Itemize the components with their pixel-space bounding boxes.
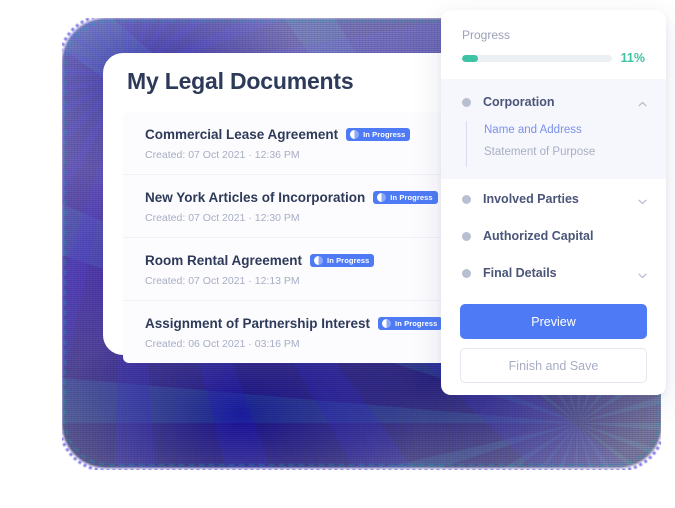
document-created-meta: Created: 07 Oct 2021 · 12:30 PM	[145, 212, 300, 224]
document-name: Assignment of Partnership Interest	[145, 316, 371, 331]
half-circle-icon	[350, 130, 360, 139]
section-label: Final Details	[483, 266, 557, 280]
section-header-corporation[interactable]: Corporation	[441, 91, 666, 113]
list-item-header: Assignment of Partnership Interest In Pr…	[145, 316, 473, 331]
step-dot-icon	[462, 231, 471, 241]
list-item[interactable]: Room Rental Agreement In Progress Create…	[123, 238, 473, 301]
progress-bar-track	[462, 54, 612, 62]
progress-label: Progress	[462, 28, 511, 42]
chevron-placeholder	[637, 231, 648, 242]
chevron-down-icon[interactable]	[637, 194, 648, 205]
status-badge-label: In Progress	[395, 319, 438, 328]
section-connector-line	[466, 121, 467, 167]
list-item[interactable]: New York Articles of Incorporation In Pr…	[123, 175, 473, 238]
list-item-header: New York Articles of Incorporation In Pr…	[145, 190, 473, 205]
chevron-up-icon[interactable]	[637, 97, 648, 108]
preview-button[interactable]: Preview	[460, 304, 647, 339]
sidebar-subitem-name-and-address[interactable]: Name and Address	[466, 119, 666, 141]
finish-and-save-button[interactable]: Finish and Save	[460, 348, 647, 383]
step-dot-icon	[462, 194, 471, 204]
sidebar-section-final-details[interactable]: Final Details	[441, 256, 666, 290]
section-children-corporation: Name and Address Statement of Purpose	[441, 119, 666, 167]
progress-row: 11%	[462, 51, 645, 65]
half-circle-icon	[382, 319, 392, 328]
document-wizard-panel: Progress 11% Corporation Name and Addres…	[441, 10, 666, 395]
status-badge: In Progress	[346, 128, 411, 141]
status-badge-label: In Progress	[363, 130, 406, 139]
document-created-meta: Created: 07 Oct 2021 · 12:13 PM	[145, 275, 300, 287]
sidebar-section-corporation[interactable]: Corporation Name and Address Statement o…	[441, 79, 666, 179]
list-item[interactable]: Commercial Lease Agreement In Progress C…	[123, 112, 473, 175]
chevron-down-icon[interactable]	[637, 268, 648, 279]
half-circle-icon	[377, 193, 387, 202]
progress-section: Progress 11%	[441, 10, 666, 79]
status-badge-label: In Progress	[327, 256, 370, 265]
sidebar-section-authorized-capital[interactable]: Authorized Capital	[441, 219, 666, 253]
status-badge-label: In Progress	[390, 193, 433, 202]
status-badge: In Progress	[373, 191, 438, 204]
step-dot-icon	[462, 268, 471, 278]
screenshot-root: My Legal Documents Commercial Lease Agre…	[0, 0, 675, 508]
frame-mask-left	[0, 0, 62, 508]
documents-list: Commercial Lease Agreement In Progress C…	[123, 112, 473, 363]
sidebar-section-involved-parties[interactable]: Involved Parties	[441, 182, 666, 216]
list-item[interactable]: Assignment of Partnership Interest In Pr…	[123, 301, 473, 363]
frame-mask-bottom	[0, 470, 675, 508]
document-name: New York Articles of Incorporation	[145, 190, 366, 205]
step-dot-icon	[462, 97, 471, 107]
document-name: Commercial Lease Agreement	[145, 127, 339, 142]
document-created-meta: Created: 06 Oct 2021 · 03:16 PM	[145, 338, 300, 350]
progress-bar-fill	[462, 54, 479, 62]
document-created-meta: Created: 07 Oct 2021 · 12:36 PM	[145, 149, 300, 161]
section-label: Corporation	[483, 95, 555, 109]
document-name: Room Rental Agreement	[145, 253, 303, 268]
panel-actions: Preview Finish and Save	[441, 290, 666, 383]
section-label: Involved Parties	[483, 192, 579, 206]
list-item-header: Commercial Lease Agreement In Progress	[145, 127, 473, 142]
list-item-header: Room Rental Agreement In Progress	[145, 253, 473, 268]
status-badge: In Progress	[310, 254, 375, 267]
section-label: Authorized Capital	[483, 229, 594, 243]
sidebar-subitem-statement-of-purpose[interactable]: Statement of Purpose	[466, 141, 666, 163]
status-badge: In Progress	[378, 317, 443, 330]
half-circle-icon	[314, 256, 324, 265]
my-legal-documents-card: My Legal Documents Commercial Lease Agre…	[103, 53, 473, 363]
progress-percent-label: 11%	[620, 51, 645, 65]
page-title: My Legal Documents	[127, 68, 354, 94]
